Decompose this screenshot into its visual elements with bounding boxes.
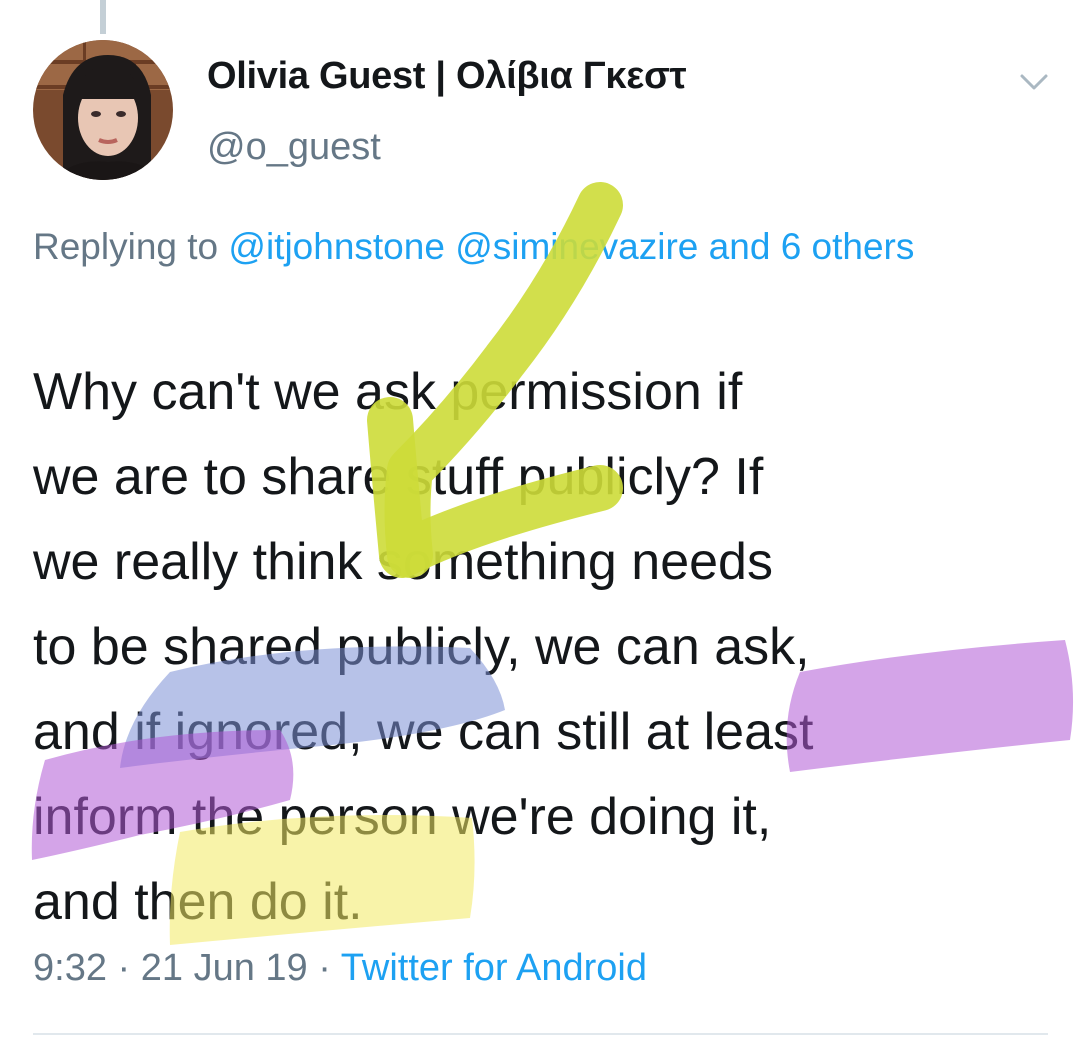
meta-separator: ·: [318, 947, 331, 989]
tweet-date[interactable]: 21 Jun 19: [141, 947, 308, 989]
tweet-text-line: Why can't we ask permission if: [33, 363, 743, 421]
author-handle[interactable]: @o_guest: [207, 126, 381, 169]
avatar[interactable]: [33, 40, 173, 180]
mention-others[interactable]: 6 others: [781, 226, 915, 267]
replying-connector[interactable]: and: [709, 226, 771, 267]
tweet-source-link[interactable]: Twitter for Android: [341, 947, 647, 989]
avatar-photo: [33, 40, 173, 180]
tweet-text-line: we are to share stuff publicly? If: [33, 448, 764, 506]
mention-itjohnstone[interactable]: @itjohnstone: [228, 226, 445, 267]
thread-connector-line: [100, 0, 106, 34]
chevron-down-icon[interactable]: [1014, 62, 1054, 102]
author-display-name[interactable]: Olivia Guest | Ολίβια Γκεστ: [207, 55, 687, 98]
replying-to-label: Replying to: [33, 226, 229, 267]
tweet-text-line: we really think something needs: [33, 533, 773, 591]
tweet-text-line: to be shared publicly, we can ask,: [33, 618, 810, 676]
meta-separator: ·: [117, 947, 131, 989]
tweet-time[interactable]: 9:32: [33, 947, 107, 989]
divider: [33, 1033, 1048, 1035]
replying-to: Replying to @itjohnstone @siminevazire a…: [33, 218, 1033, 276]
tweet-text: Why can't we ask permission if we are to…: [33, 350, 1043, 945]
tweet-text-line: and if ignored, we can still at least: [33, 703, 814, 761]
tweet-text-line: and then do it.: [33, 873, 363, 931]
tweet-meta: 9:32 · 21 Jun 19 · Twitter for Android: [33, 947, 647, 990]
tweet-text-line: inform the person we're doing it,: [33, 788, 772, 846]
mention-siminevazire[interactable]: @siminevazire: [455, 226, 698, 267]
